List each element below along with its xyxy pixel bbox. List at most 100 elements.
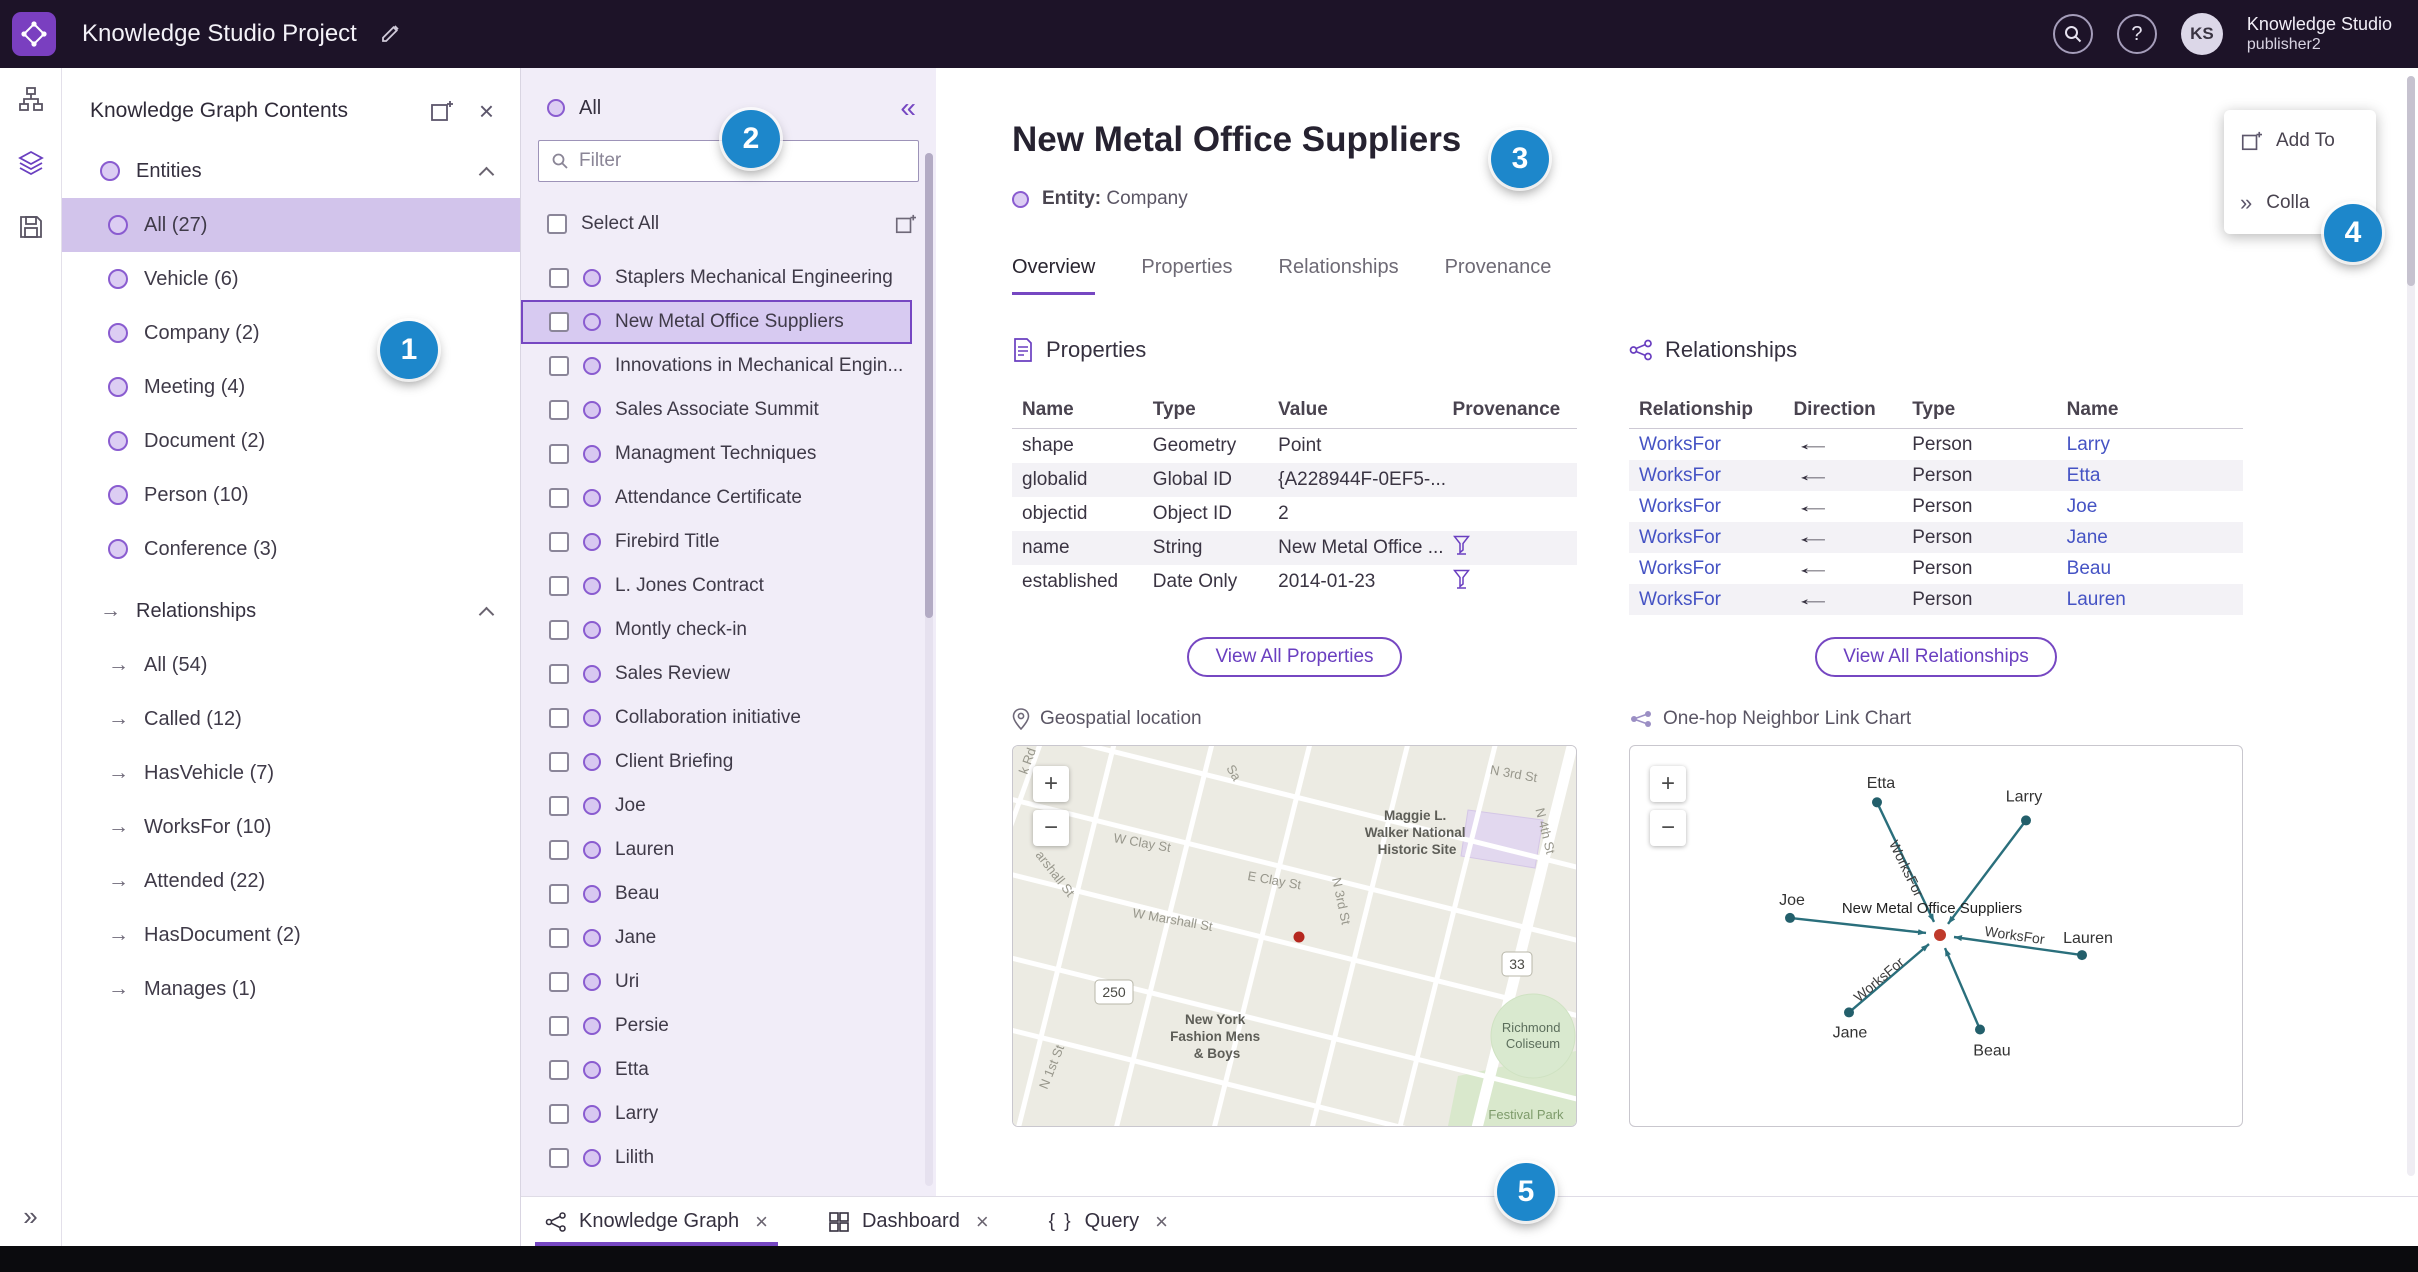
item-checkbox[interactable] bbox=[549, 1148, 569, 1168]
layers-contents-button[interactable] bbox=[14, 146, 48, 180]
chart-zoom-in-button[interactable]: + bbox=[1650, 766, 1686, 802]
view-all-properties-button[interactable]: View All Properties bbox=[1187, 637, 1402, 677]
relationship-row[interactable]: WorksFor ← Person Etta bbox=[1629, 460, 2243, 491]
help-button[interactable]: ? bbox=[2116, 14, 2157, 54]
tab-knowledge-graph[interactable]: Knowledge Graph × bbox=[535, 1197, 778, 1246]
collapse-panel-button[interactable]: « bbox=[900, 94, 916, 122]
entities-section-header[interactable]: Entities bbox=[62, 144, 520, 198]
tab-relationships[interactable]: Relationships bbox=[1279, 256, 1399, 295]
item-checkbox[interactable] bbox=[549, 972, 569, 992]
geospatial-map[interactable]: + − 250 33 k Rd W Clay St Sa N 3rd St N … bbox=[1012, 745, 1577, 1127]
list-item[interactable]: Attendance Certificate bbox=[521, 476, 912, 520]
expand-rail-button[interactable]: » bbox=[0, 1201, 61, 1232]
relationship-row[interactable]: WorksFor ← Person Larry bbox=[1629, 429, 2243, 460]
entity-filter-person[interactable]: Person (10) bbox=[62, 468, 520, 522]
list-item[interactable]: Etta bbox=[521, 1048, 912, 1092]
item-checkbox[interactable] bbox=[549, 1060, 569, 1080]
scrollbar-thumb[interactable] bbox=[925, 153, 933, 618]
list-item[interactable]: L. Jones Contract bbox=[521, 564, 912, 608]
basemap-canvas[interactable]: 250 33 k Rd W Clay St Sa N 3rd St N 4th … bbox=[1013, 746, 1576, 1126]
relationship-row[interactable]: WorksFor ← Person Jane bbox=[1629, 522, 2243, 553]
edit-title-button[interactable] bbox=[379, 23, 401, 45]
relationship-filter-all[interactable]: → All (54) bbox=[62, 638, 520, 692]
item-checkbox[interactable] bbox=[549, 268, 569, 288]
item-checkbox[interactable] bbox=[549, 884, 569, 904]
entity-filter-document[interactable]: Document (2) bbox=[62, 414, 520, 468]
select-all-checkbox[interactable] bbox=[547, 214, 567, 234]
list-item[interactable]: Collaboration initiative bbox=[521, 696, 912, 740]
list-item[interactable]: Joe bbox=[521, 784, 912, 828]
tab-provenance[interactable]: Provenance bbox=[1445, 256, 1552, 295]
provenance-record-icon[interactable] bbox=[1452, 535, 1470, 555]
item-checkbox[interactable] bbox=[549, 928, 569, 948]
list-item[interactable]: Uri bbox=[521, 960, 912, 1004]
close-tab-icon[interactable]: × bbox=[1155, 1209, 1168, 1235]
list-item[interactable]: Beau bbox=[521, 872, 912, 916]
close-panel-button[interactable]: × bbox=[479, 98, 494, 124]
provenance-record-icon[interactable] bbox=[1452, 569, 1470, 589]
item-checkbox[interactable] bbox=[549, 620, 569, 640]
list-item[interactable]: Managment Techniques bbox=[521, 432, 912, 476]
list-item[interactable]: Sales Associate Summit bbox=[521, 388, 912, 432]
add-square-icon[interactable] bbox=[894, 213, 916, 235]
add-to-menu-item[interactable]: Add To bbox=[2224, 110, 2376, 172]
list-item[interactable]: Persie bbox=[521, 1004, 912, 1048]
item-checkbox[interactable] bbox=[549, 1016, 569, 1036]
list-item[interactable]: Staplers Mechanical Engineering bbox=[521, 256, 912, 300]
knowledge-studio-logo-icon[interactable] bbox=[12, 12, 56, 56]
relationship-row[interactable]: WorksFor ← Person Lauren bbox=[1629, 584, 2243, 615]
relationship-filter-hasvehicle[interactable]: → HasVehicle (7) bbox=[62, 746, 520, 800]
item-checkbox[interactable] bbox=[549, 576, 569, 596]
one-hop-link-chart[interactable]: + − WorksFor WorksFor WorksFor Etta Larr… bbox=[1629, 745, 2243, 1127]
user-avatar[interactable]: KS bbox=[2180, 13, 2223, 55]
list-item[interactable]: Innovations in Mechanical Engin... bbox=[521, 344, 912, 388]
close-tab-icon[interactable]: × bbox=[976, 1209, 989, 1235]
property-row[interactable]: shape Geometry Point bbox=[1012, 429, 1577, 463]
list-item[interactable]: Lilith bbox=[521, 1136, 912, 1180]
link-chart-canvas[interactable]: WorksFor WorksFor WorksFor Etta Larry Jo… bbox=[1630, 746, 2242, 1126]
map-zoom-in-button[interactable]: + bbox=[1033, 766, 1069, 802]
relationship-filter-hasdocument[interactable]: → HasDocument (2) bbox=[62, 908, 520, 962]
relationship-row[interactable]: WorksFor ← Person Joe bbox=[1629, 491, 2243, 522]
tab-query[interactable]: { } Query × bbox=[1049, 1197, 1168, 1246]
relationship-filter-called[interactable]: → Called (12) bbox=[62, 692, 520, 746]
relationship-filter-worksfor[interactable]: → WorksFor (10) bbox=[62, 800, 520, 854]
search-button[interactable] bbox=[2052, 14, 2093, 54]
entity-filter-meeting[interactable]: Meeting (4) bbox=[62, 360, 520, 414]
hierarchy-view-button[interactable] bbox=[14, 82, 48, 116]
tab-overview[interactable]: Overview bbox=[1012, 256, 1096, 295]
item-checkbox[interactable] bbox=[549, 400, 569, 420]
item-checkbox[interactable] bbox=[549, 796, 569, 816]
item-checkbox[interactable] bbox=[549, 1104, 569, 1124]
entity-filter-vehicle[interactable]: Vehicle (6) bbox=[62, 252, 520, 306]
entity-filter-all[interactable]: All (27) bbox=[62, 198, 520, 252]
list-item[interactable]: Sales Review bbox=[521, 652, 912, 696]
property-row[interactable]: name String New Metal Office ... bbox=[1012, 531, 1577, 565]
tab-dashboard[interactable]: Dashboard × bbox=[828, 1197, 989, 1246]
list-item[interactable]: Lauren bbox=[521, 828, 912, 872]
item-checkbox[interactable] bbox=[549, 444, 569, 464]
tab-properties[interactable]: Properties bbox=[1141, 256, 1232, 295]
entity-filter-conference[interactable]: Conference (3) bbox=[62, 522, 520, 576]
relationship-filter-manages[interactable]: → Manages (1) bbox=[62, 962, 520, 1016]
save-button[interactable] bbox=[14, 210, 48, 244]
main-scrollbar[interactable] bbox=[2407, 76, 2415, 1176]
relationships-section-header[interactable]: → Relationships bbox=[62, 584, 520, 638]
list-item[interactable]: Firebird Title bbox=[521, 520, 912, 564]
item-checkbox[interactable] bbox=[549, 752, 569, 772]
list-scrollbar[interactable] bbox=[925, 153, 933, 1186]
map-zoom-out-button[interactable]: − bbox=[1033, 810, 1069, 846]
list-item-selected[interactable]: New Metal Office Suppliers bbox=[521, 300, 912, 344]
relationship-filter-attended[interactable]: → Attended (22) bbox=[62, 854, 520, 908]
item-checkbox[interactable] bbox=[549, 708, 569, 728]
item-checkbox[interactable] bbox=[549, 664, 569, 684]
scrollbar-thumb[interactable] bbox=[2407, 76, 2415, 286]
list-item[interactable]: Montly check-in bbox=[521, 608, 912, 652]
item-checkbox[interactable] bbox=[549, 532, 569, 552]
relationship-row[interactable]: WorksFor ← Person Beau bbox=[1629, 553, 2243, 584]
add-to-new-button[interactable] bbox=[429, 99, 453, 123]
item-checkbox[interactable] bbox=[549, 356, 569, 376]
item-checkbox[interactable] bbox=[549, 488, 569, 508]
center-node[interactable] bbox=[1934, 928, 1946, 942]
entity-filter-company[interactable]: Company (2) bbox=[62, 306, 520, 360]
